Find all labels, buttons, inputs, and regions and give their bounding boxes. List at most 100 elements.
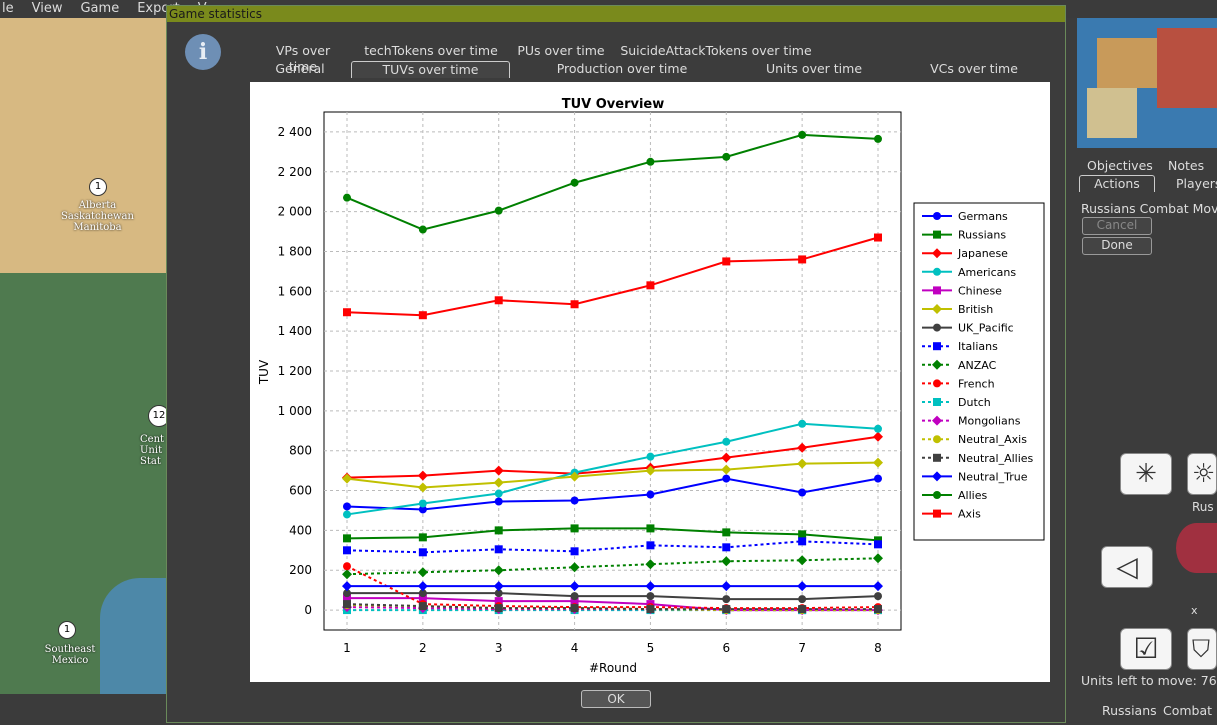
legend-entry-chinese: Chinese: [958, 284, 1002, 297]
data-point-germans: [722, 474, 731, 483]
data-point-uk-pacific: [722, 595, 731, 604]
territory-value-badge: 12: [148, 405, 166, 427]
game-statistics-dialog: Game statistics i VPs over time techToke…: [166, 5, 1066, 723]
data-point-allies: [570, 178, 579, 187]
dialog-title: Game statistics: [167, 6, 1065, 22]
data-point-neutral-allies: [874, 605, 882, 614]
menu-view[interactable]: View: [30, 0, 65, 18]
data-point-french: [343, 562, 351, 571]
phase-label: Russians Combat Mov: [1081, 201, 1217, 216]
legend-marker-neutral-axis: [933, 435, 941, 444]
settings-button[interactable]: ☼: [1187, 453, 1217, 495]
data-point-axis: [722, 257, 731, 266]
sun-icon: ☼: [1192, 459, 1216, 489]
data-point-americans: [874, 424, 882, 433]
defend-button[interactable]: ⛉: [1187, 628, 1217, 670]
x-tick-label: 7: [798, 641, 806, 655]
y-tick-label: 2 000: [278, 205, 312, 219]
legend-marker-axis: [933, 509, 941, 518]
legend-entry-neutral-axis: Neutral_Axis: [958, 433, 1027, 446]
data-point-germans: [646, 490, 655, 499]
tab-vcs-over-time[interactable]: VCs over time: [894, 61, 1054, 78]
ok-button[interactable]: OK: [581, 690, 651, 708]
data-point-allies: [343, 193, 351, 202]
y-tick-label: 400: [289, 523, 312, 537]
tab-production-over-time[interactable]: Production over time: [510, 61, 734, 78]
legend-marker-russians: [933, 230, 941, 239]
tab-players[interactable]: Players: [1176, 176, 1217, 191]
data-point-germans: [343, 502, 351, 511]
done-moving-button[interactable]: ☑: [1120, 628, 1172, 670]
y-tick-label: 200: [289, 563, 312, 577]
legend-entry-british: British: [958, 303, 993, 316]
cancel-button[interactable]: Cancel: [1082, 217, 1152, 235]
legend-entry-japanese: Japanese: [957, 247, 1008, 260]
compress-arrows-icon: ✳: [1135, 459, 1157, 489]
minimap[interactable]: [1077, 18, 1217, 148]
x-tick-label: 5: [647, 641, 655, 655]
data-point-axis: [646, 281, 655, 290]
map-territory-canada: [0, 18, 166, 273]
legend-marker-americans: [933, 267, 941, 276]
data-point-americans: [722, 437, 731, 446]
minimap-land: [1097, 38, 1157, 88]
data-point-italians: [722, 543, 731, 552]
data-point-russians: [722, 528, 731, 537]
tab-units-over-time[interactable]: Units over time: [734, 61, 894, 78]
data-point-russians: [570, 524, 579, 533]
data-point-russians: [418, 533, 427, 542]
tab-tuvs-over-time[interactable]: TUVs over time: [351, 61, 510, 78]
done-button[interactable]: Done: [1082, 237, 1152, 255]
data-point-russians: [646, 524, 655, 533]
y-tick-label: 1 400: [278, 324, 312, 338]
legend-entry-french: French: [958, 377, 995, 390]
menu-file[interactable]: le: [0, 0, 16, 18]
previous-unit-button[interactable]: ◁: [1101, 546, 1153, 588]
tab-general[interactable]: General: [249, 61, 351, 78]
data-point-neutral-allies: [343, 600, 351, 609]
game-map[interactable]: 1 Alberta Saskatchewan Manitoba 12 Cent …: [0, 18, 166, 694]
data-point-italians: [874, 540, 882, 549]
tab-notes[interactable]: Notes: [1168, 158, 1204, 173]
tab-actions[interactable]: Actions: [1079, 175, 1155, 192]
data-point-germans: [798, 488, 807, 497]
data-point-russians: [494, 526, 503, 535]
x-tick-label: 4: [571, 641, 579, 655]
tuv-chart: TUV Overview #Round TUV 0 200 400 600 800 1 0…: [257, 97, 1045, 675]
data-point-russians: [798, 530, 807, 539]
map-status-bar: [0, 694, 166, 725]
data-point-neutral-allies: [494, 604, 503, 613]
side-label: Rus: [1192, 500, 1214, 514]
data-point-axis: [570, 300, 579, 309]
x-tick-label: 2: [419, 641, 427, 655]
right-panel: Objectives Notes Actions Players Russian…: [1066, 18, 1217, 725]
legend-marker-germans: [933, 212, 941, 220]
data-point-germans: [874, 474, 882, 483]
minimap-land: [1157, 28, 1217, 108]
data-point-italians: [343, 546, 351, 555]
data-point-italians: [494, 545, 503, 554]
data-point-uk-pacific: [570, 592, 579, 601]
chart-title: TUV Overview: [562, 97, 665, 112]
legend-entry-americans: Americans: [958, 266, 1016, 279]
data-point-americans: [798, 419, 807, 428]
data-point-allies: [874, 134, 882, 143]
center-units-button[interactable]: ✳: [1120, 453, 1172, 495]
data-point-americans: [494, 489, 503, 498]
legend-marker-uk-pacific: [933, 323, 941, 332]
data-point-neutral-allies: [722, 605, 731, 614]
y-tick-label: 0: [304, 603, 312, 617]
data-point-italians: [646, 541, 655, 550]
legend-entry-axis: Axis: [958, 508, 981, 521]
y-tick-label: 600: [289, 484, 312, 498]
y-tick-label: 2 200: [278, 165, 312, 179]
menu-game[interactable]: Game: [78, 0, 121, 18]
legend-entry-neutral-allies: Neutral_Allies: [958, 452, 1034, 465]
minimap-land: [1087, 88, 1137, 138]
unit-image: [1176, 523, 1217, 573]
legend-marker-allies: [933, 491, 941, 499]
legend-marker-dutch: [933, 398, 941, 406]
data-point-axis: [874, 233, 882, 242]
units-left-label: Units left to move: 76: [1081, 673, 1217, 688]
tab-objectives[interactable]: Objectives: [1087, 158, 1153, 173]
